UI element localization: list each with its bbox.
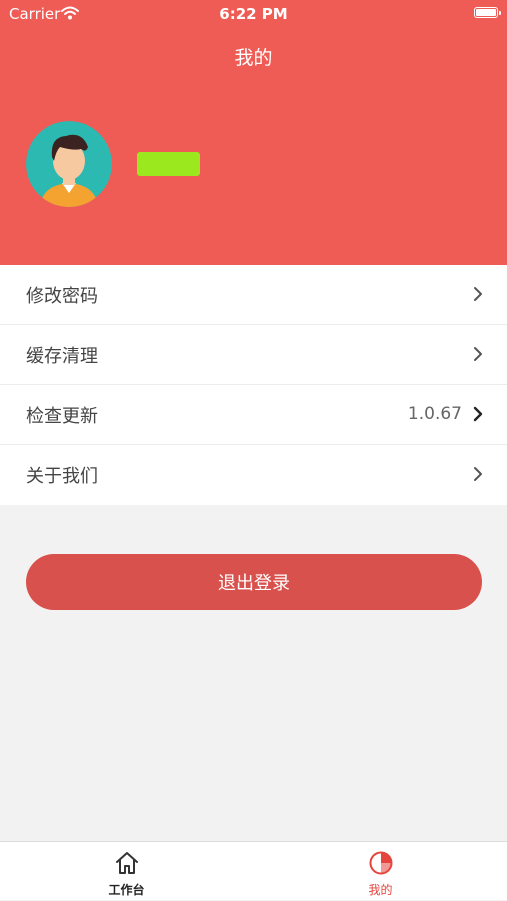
page-title: 我的 xyxy=(234,47,273,69)
tab-mine[interactable]: 我的 xyxy=(254,842,507,901)
tab-bar: 工作台 我的 xyxy=(0,841,507,900)
tab-label: 我的 xyxy=(368,883,393,897)
menu-item-label: 检查更新 xyxy=(26,406,98,427)
pie-chart-icon xyxy=(369,851,392,875)
profile-header: Carrier 6:22 PM 我的 xyxy=(0,0,507,265)
logout-button[interactable]: 退出登录 xyxy=(26,554,482,610)
menu-item-change-password[interactable]: 修改密码 xyxy=(0,265,507,325)
chevron-right-icon xyxy=(473,406,483,422)
menu-item-label: 缓存清理 xyxy=(26,346,98,367)
status-bar: Carrier 6:22 PM xyxy=(0,0,507,28)
tab-workbench[interactable]: 工作台 xyxy=(0,842,253,901)
status-time: 6:22 PM xyxy=(219,5,288,23)
menu-item-about-us[interactable]: 关于我们 xyxy=(0,445,507,505)
chevron-right-icon xyxy=(474,347,482,361)
home-icon xyxy=(115,852,138,874)
chevron-right-icon xyxy=(474,287,482,301)
tab-label: 工作台 xyxy=(108,883,145,897)
chevron-right-icon xyxy=(474,467,482,481)
battery-icon xyxy=(474,7,501,18)
version-value: 1.0.67 xyxy=(407,404,462,424)
menu-item-label: 关于我们 xyxy=(26,466,98,487)
username-redacted xyxy=(137,152,200,176)
menu-item-clear-cache[interactable]: 缓存清理 xyxy=(0,325,507,385)
settings-menu: 修改密码 缓存清理 检查更新 1.0.67 关于我们 xyxy=(0,265,507,505)
menu-item-check-update[interactable]: 检查更新 1.0.67 xyxy=(0,385,507,445)
menu-item-label: 修改密码 xyxy=(26,286,98,307)
avatar-image xyxy=(26,121,112,207)
avatar[interactable] xyxy=(26,121,112,207)
